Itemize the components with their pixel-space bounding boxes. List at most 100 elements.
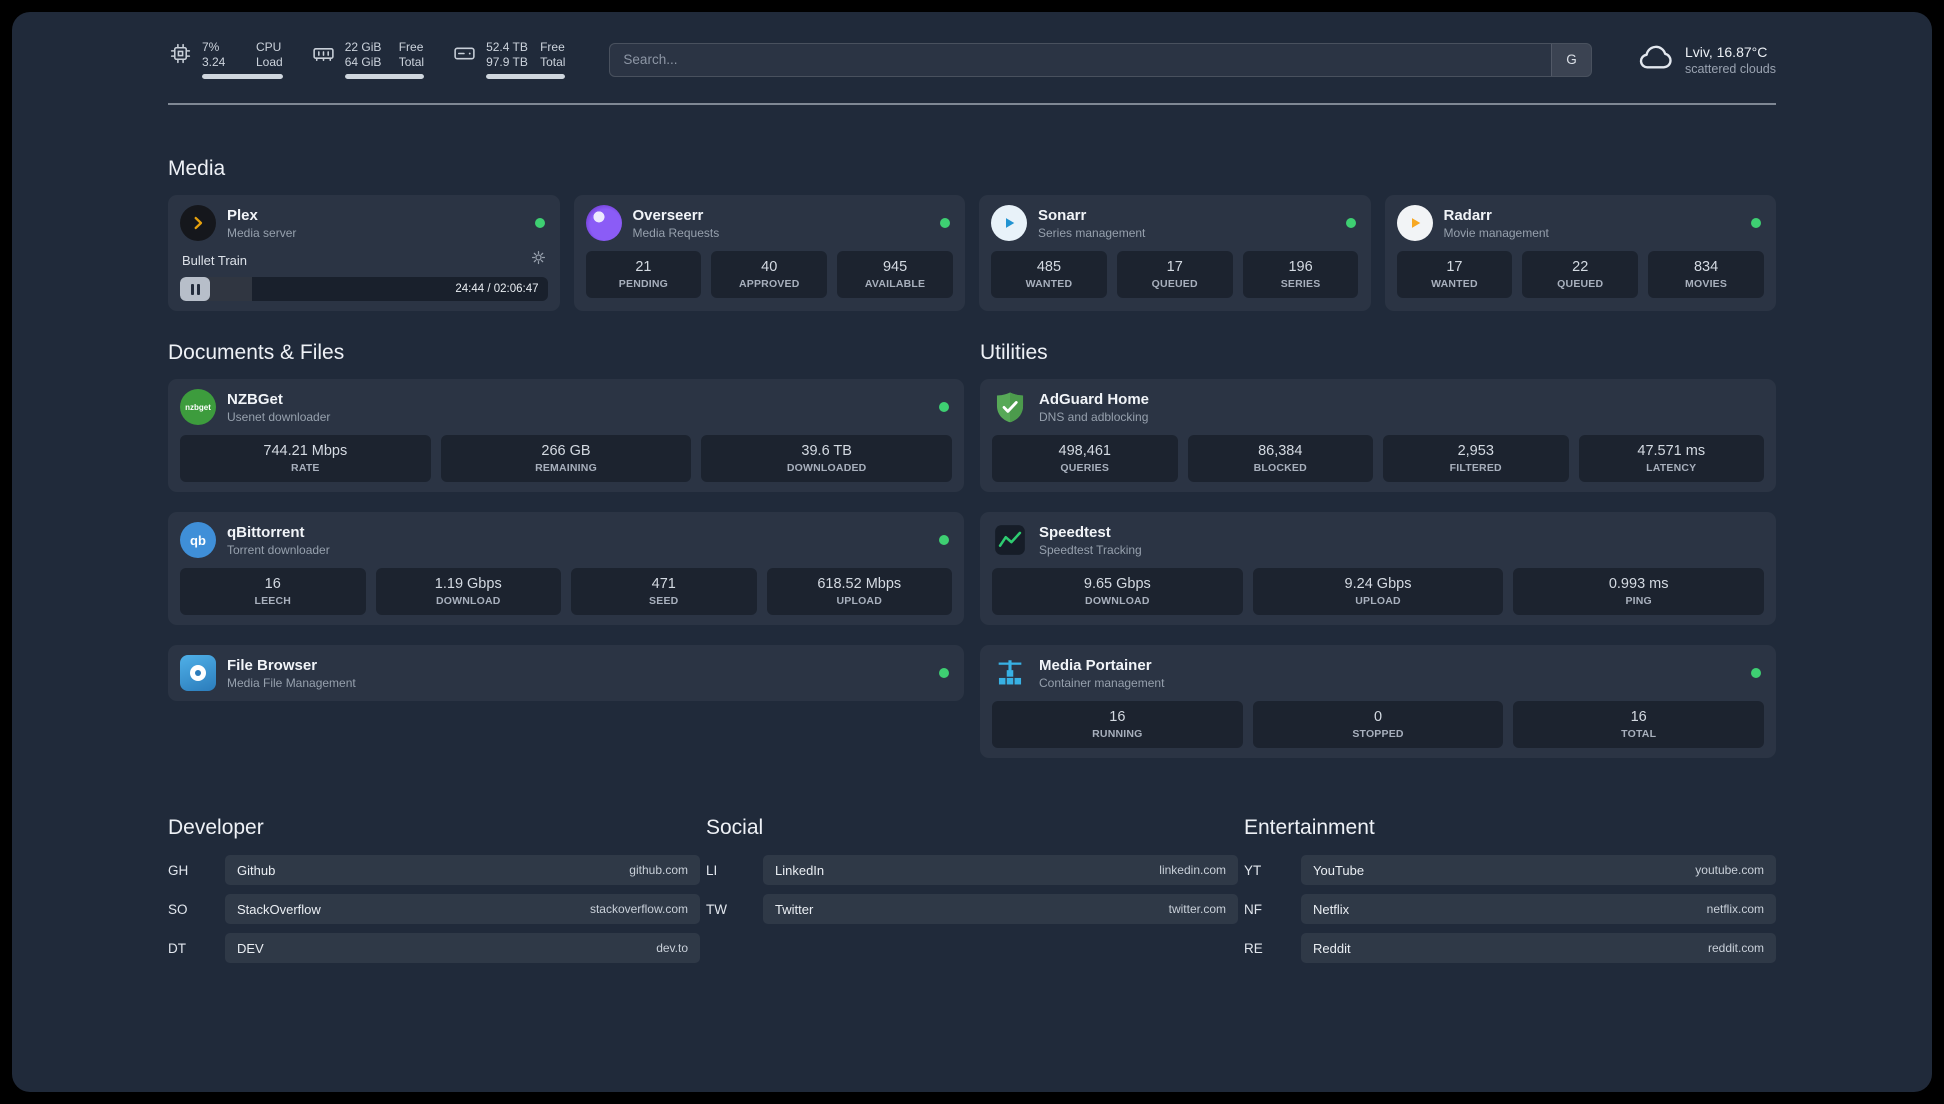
nzbget-icon-label: nzbget — [185, 402, 211, 412]
status-online-dot — [1751, 668, 1761, 678]
stat-total: 16 TOTAL — [1513, 701, 1765, 748]
bookmark-url: twitter.com — [1168, 902, 1226, 916]
stat-label: PING — [1625, 595, 1652, 607]
service-card-filebrowser[interactable]: File Browser Media File Management — [168, 645, 964, 701]
stat-remaining: 266 GB REMAINING — [440, 435, 692, 482]
stat-label: MOVIES — [1685, 278, 1728, 290]
stat-value: 945 — [882, 259, 908, 275]
pause-button[interactable] — [180, 277, 210, 301]
service-subtitle: Series management — [1038, 225, 1146, 240]
bookmark-link-github[interactable]: Github github.com — [225, 855, 700, 885]
service-card-adguard[interactable]: AdGuard Home DNS and adblocking 498,461 … — [980, 379, 1776, 492]
stat-value: 0 — [1373, 709, 1383, 725]
stat-ping: 0.993 ms PING — [1513, 568, 1765, 615]
settings-gear-icon[interactable] — [531, 250, 546, 270]
bookmark-url: github.com — [629, 863, 688, 877]
bookmark-row-youtube: YT YouTube youtube.com — [1244, 855, 1776, 885]
stat-approved: 40 APPROVED — [711, 251, 828, 298]
bookmark-link-dev[interactable]: DEV dev.to — [225, 933, 700, 963]
stat-value: 1.19 Gbps — [434, 576, 502, 592]
stat-label: DOWNLOAD — [435, 595, 501, 607]
bookmark-abbr: DT — [168, 940, 186, 956]
search-provider-button[interactable]: G — [1550, 43, 1591, 76]
radarr-icon — [1396, 205, 1433, 241]
memory-progress-bar — [344, 74, 425, 79]
service-card-sonarr[interactable]: Sonarr Series management 485 WANTED 17 Q… — [979, 195, 1371, 311]
bookmark-url: linkedin.com — [1159, 863, 1226, 877]
bookmark-name: Github — [237, 862, 276, 878]
stat-stopped: 0 STOPPED — [1252, 701, 1504, 748]
service-subtitle: Media File Management — [227, 675, 356, 690]
bookmark-abbr: GH — [168, 862, 189, 878]
section-utilities: Utilities AdGuard Home DNS and adblockin… — [980, 341, 1776, 758]
disk-total-label: Total — [540, 55, 566, 69]
plex-icon — [180, 205, 216, 241]
stat-blocked: 86,384 BLOCKED — [1187, 435, 1373, 482]
bookmark-link-twitter[interactable]: Twitter twitter.com — [763, 894, 1238, 924]
bookmark-row-reddit: RE Reddit reddit.com — [1244, 933, 1776, 963]
stat-label: QUEUED — [1151, 278, 1198, 290]
status-online-dot — [939, 402, 949, 412]
bookmark-abbr: LI — [706, 862, 718, 878]
stat-queries: 498,461 QUERIES — [992, 435, 1178, 482]
status-online-dot — [939, 535, 949, 545]
stat-value: 16 — [264, 576, 281, 592]
status-online-dot — [940, 218, 950, 228]
portainer-crane-icon — [992, 655, 1028, 691]
service-card-nzbget[interactable]: nzbget NZBGet Usenet downloader 744.21 M… — [168, 379, 964, 492]
bookmark-group-developer: Developer GH Github github.com SO StackO… — [168, 816, 700, 963]
service-name: Speedtest — [1039, 523, 1111, 541]
plex-now-playing-widget: Bullet Train 24:44 / 02:06:47 — [180, 250, 548, 301]
weather-location: Lviv, 16.87°C — [1684, 43, 1768, 60]
cpu-load-value: 3.24 — [202, 55, 226, 69]
service-card-plex[interactable]: Plex Media server Bullet Train 24:44 / 0… — [168, 195, 560, 311]
bookmark-link-youtube[interactable]: YouTube youtube.com — [1301, 855, 1776, 885]
stat-value: 17 — [1166, 259, 1183, 275]
stat-value: 266 GB — [541, 443, 591, 459]
qbittorrent-icon-label: qb — [190, 532, 206, 548]
stat-label: STOPPED — [1352, 728, 1404, 740]
service-subtitle: Movie management — [1443, 225, 1549, 240]
service-card-portainer[interactable]: Media Portainer Container management 16 … — [980, 645, 1776, 758]
stat-download: 9.65 Gbps DOWNLOAD — [992, 568, 1243, 615]
stat-label: DOWNLOADED — [786, 462, 867, 474]
bookmark-name: Netflix — [1313, 901, 1350, 917]
bookmark-link-stackoverflow[interactable]: StackOverflow stackoverflow.com — [225, 894, 700, 924]
stat-available: 945 AVAILABLE — [837, 251, 953, 298]
stat-label: QUERIES — [1060, 462, 1110, 474]
cpu-progress-bar — [202, 74, 283, 79]
search-input[interactable] — [610, 43, 1551, 76]
cloud-icon — [1636, 38, 1674, 81]
service-name: NZBGet — [227, 390, 283, 408]
filebrowser-icon — [180, 655, 216, 691]
service-card-speedtest[interactable]: Speedtest Speedtest Tracking 9.65 Gbps D… — [980, 512, 1776, 625]
service-card-overseerr[interactable]: Overseerr Media Requests 21 PENDING 40 A… — [573, 195, 965, 311]
cpu-usage-label: CPU — [256, 40, 282, 54]
bookmark-row-dev: DT DEV dev.to — [168, 933, 700, 963]
service-card-qbittorrent[interactable]: qb qBittorrent Torrent downloader 16 LEE… — [168, 512, 964, 625]
stat-value: 86,384 — [1258, 443, 1303, 459]
stat-queued: 17 QUEUED — [1116, 251, 1233, 298]
service-subtitle: Media Requests — [632, 225, 720, 240]
bookmark-abbr: TW — [706, 901, 727, 917]
disk-resource-widget: 52.4 TB Free 97.9 TB Total — [452, 40, 566, 79]
search-bar: G — [609, 42, 1592, 77]
bookmark-link-reddit[interactable]: Reddit reddit.com — [1301, 933, 1776, 963]
disk-total-value: 97.9 TB — [486, 55, 528, 69]
nzbget-icon: nzbget — [180, 389, 216, 425]
stat-value: 9.65 Gbps — [1083, 576, 1151, 592]
bookmark-link-netflix[interactable]: Netflix netflix.com — [1301, 894, 1776, 924]
section-media: Media Plex Media server Bullet Train 24:… — [168, 157, 1776, 311]
service-name: Radarr — [1443, 206, 1492, 224]
bookmark-link-linkedin[interactable]: LinkedIn linkedin.com — [763, 855, 1238, 885]
bookmark-name: StackOverflow — [237, 901, 321, 917]
stat-label: TOTAL — [1621, 728, 1657, 740]
cpu-load-label: Load — [256, 55, 283, 69]
service-card-radarr[interactable]: Radarr Movie management 17 WANTED 22 QUE… — [1384, 195, 1776, 311]
stat-leech: 16 LEECH — [180, 568, 366, 615]
cpu-usage-value: 7% — [202, 40, 220, 54]
player-progress-bar[interactable]: 24:44 / 02:06:47 — [180, 277, 548, 301]
stat-label: RUNNING — [1092, 728, 1143, 740]
bookmark-url: netflix.com — [1706, 902, 1764, 916]
disk-icon — [452, 41, 477, 71]
